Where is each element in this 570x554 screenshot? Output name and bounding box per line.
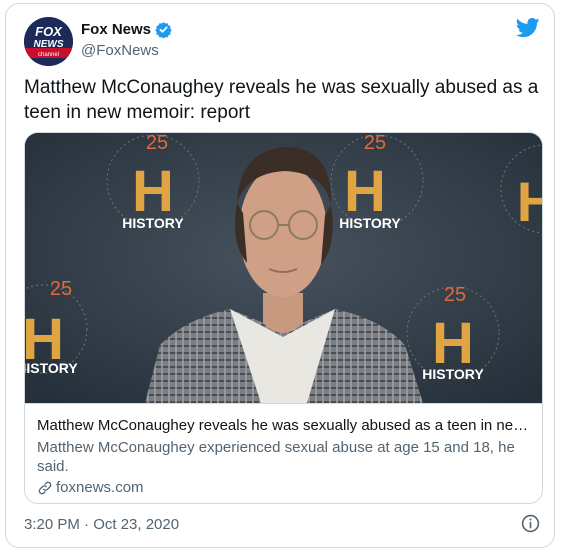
logo-number: 25 <box>146 133 168 154</box>
avatar[interactable]: FOX NEWS channel <box>24 17 73 66</box>
timestamp[interactable]: 3:20 PM · Oct 23, 2020 <box>24 516 179 533</box>
link-title[interactable]: Matthew McConaughey reveals he was sexua… <box>37 417 532 434</box>
svg-text:channel: channel <box>38 52 59 58</box>
svg-text:FOX: FOX <box>35 24 63 39</box>
article-photo[interactable]: H HISTORY 25 H HISTORY 25 H H HIS <box>25 133 542 403</box>
logo-number: 25 <box>364 133 386 154</box>
verified-badge-icon <box>155 22 172 38</box>
svg-text:NEWS: NEWS <box>34 39 64 50</box>
tweet-text: Matthew McConaughey reveals he was sexua… <box>24 77 539 123</box>
display-name-text[interactable]: Fox News <box>81 21 151 38</box>
logo-word: HISTORY <box>422 366 484 382</box>
logo-number: 25 <box>50 278 72 300</box>
display-name[interactable]: Fox News <box>81 21 172 38</box>
photo-illustration: H HISTORY 25 H HISTORY 25 H H HIS <box>25 133 542 403</box>
logo-letter: H <box>517 170 542 233</box>
logo-word: HISTORY <box>25 360 78 376</box>
logo-number: 25 <box>444 284 466 306</box>
link-card-meta[interactable]: Matthew McConaughey reveals he was sexua… <box>25 403 542 503</box>
logo-word: HISTORY <box>339 215 401 231</box>
info-icon[interactable] <box>521 514 540 533</box>
link-description: Matthew McConaughey experienced sexual a… <box>37 439 515 475</box>
handle[interactable]: @FoxNews <box>81 42 159 59</box>
link-card[interactable]: H HISTORY 25 H HISTORY 25 H H HIS <box>24 132 543 504</box>
tweet-card[interactable]: FOX NEWS channel Fox News @FoxNews Matth… <box>5 3 555 548</box>
link-icon <box>38 481 52 494</box>
link-domain[interactable]: foxnews.com <box>37 479 144 496</box>
fox-news-logo: FOX NEWS channel <box>24 17 73 66</box>
twitter-bird-icon[interactable] <box>516 18 540 38</box>
link-domain-text[interactable]: foxnews.com <box>56 479 144 496</box>
logo-word: HISTORY <box>122 215 184 231</box>
